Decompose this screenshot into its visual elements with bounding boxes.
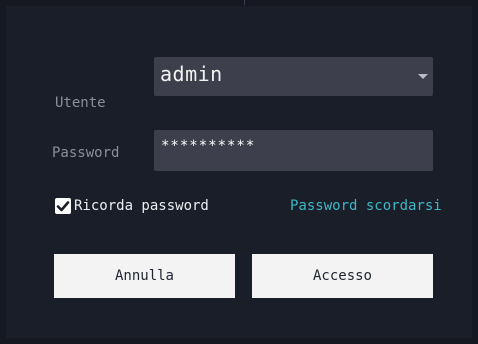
password-label: Password <box>52 145 120 161</box>
username-dropdown[interactable]: admin <box>154 57 433 96</box>
password-value: ********** <box>161 138 256 154</box>
remember-password-option[interactable]: Ricorda password <box>55 196 209 216</box>
username-value: admin <box>160 62 223 86</box>
divider <box>244 0 245 5</box>
password-field[interactable]: ********** <box>154 130 433 171</box>
remember-label: Ricorda password <box>74 198 209 214</box>
login-button[interactable]: Accesso <box>252 254 433 298</box>
cancel-button[interactable]: Annulla <box>54 254 235 298</box>
username-label: Utente <box>55 95 106 111</box>
chevron-down-icon[interactable] <box>418 74 428 79</box>
remember-checkbox[interactable] <box>55 198 71 214</box>
forgot-password-link[interactable]: Password scordarsi <box>290 198 442 214</box>
checkmark-icon <box>56 201 70 212</box>
